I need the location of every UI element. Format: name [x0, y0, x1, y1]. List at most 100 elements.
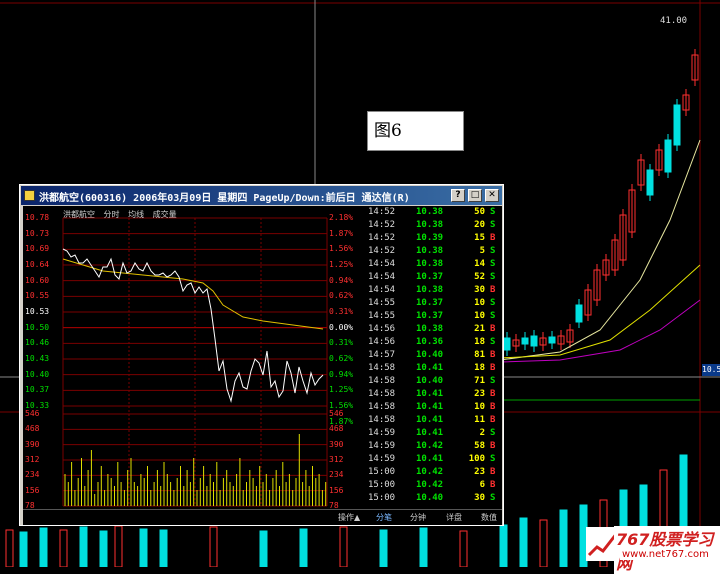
tab-2[interactable]: 分钟	[410, 512, 426, 523]
trade-time: 14:54	[368, 272, 396, 282]
trade-side: S	[490, 493, 496, 503]
price-axis-label: 10.50	[25, 322, 50, 332]
trade-row: 15:00 10.42 23 B	[366, 467, 502, 480]
app-icon	[24, 190, 35, 201]
bg-volume-bar	[159, 529, 168, 567]
trade-price: 10.37	[416, 311, 444, 321]
volume-axis-label: 156	[25, 485, 40, 495]
tab-4[interactable]: 数值	[481, 512, 497, 523]
trade-time: 14:58	[368, 376, 396, 386]
bg-volume-bar	[499, 524, 508, 567]
intraday-window[interactable]: 洪都航空(600316) 2006年03月09日 星期四 PageUp/Down…	[19, 184, 504, 526]
trade-time: 14:56	[368, 324, 396, 334]
bg-volume-bar	[209, 526, 218, 567]
trade-volume: 10	[474, 311, 485, 321]
header-item-fenshi[interactable]: 分时	[104, 210, 120, 219]
trade-price: 10.42	[416, 441, 444, 451]
bg-volume-bar	[559, 509, 568, 567]
figure-label-box: 图6	[367, 111, 464, 151]
trade-side: S	[490, 428, 496, 438]
trade-side: S	[490, 376, 496, 386]
trade-side: B	[490, 389, 496, 399]
bg-volume-bar	[139, 528, 148, 567]
trade-side: S	[490, 259, 496, 269]
pct-axis-label: 1.25%	[329, 385, 354, 395]
bg-ma-line	[499, 299, 701, 363]
pct-axis-label: 2.18%	[329, 213, 354, 222]
trade-price: 10.41	[416, 389, 444, 399]
trade-time: 14:57	[368, 350, 396, 360]
header-item-junxian[interactable]: 均线	[128, 210, 144, 219]
trade-time: 14:54	[368, 259, 396, 269]
right-value-tag: 10.5	[702, 364, 720, 376]
pct-axis-label: 0.62%	[329, 354, 354, 363]
trade-side: B	[490, 350, 496, 360]
trade-price: 10.38	[416, 246, 444, 256]
trade-time: 14:55	[368, 311, 396, 321]
bg-volume-bar	[299, 528, 308, 567]
trade-volume: 5	[479, 246, 485, 256]
trade-price: 10.41	[416, 428, 444, 438]
trade-time: 15:00	[368, 467, 396, 477]
trade-row: 14:54 10.37 52 S	[366, 272, 502, 285]
trade-side: S	[490, 207, 496, 217]
trade-volume: 11	[474, 415, 485, 425]
trade-side: B	[490, 285, 496, 295]
volume-axis-label-right: 234	[329, 470, 344, 480]
pct-axis-label: 0.31%	[329, 307, 354, 316]
maximize-button[interactable]: □	[468, 189, 482, 202]
tab-1[interactable]: 分笔	[376, 512, 392, 523]
trade-time: 15:00	[368, 493, 396, 503]
trade-price: 10.41	[416, 454, 444, 464]
trade-time: 14:58	[368, 402, 396, 412]
trade-volume: 21	[474, 324, 485, 334]
bg-volume-bar	[519, 517, 528, 567]
trade-volume: 10	[474, 402, 485, 412]
trade-side: B	[490, 480, 496, 490]
bg-volume-bar	[339, 526, 348, 567]
trade-price: 10.40	[416, 350, 444, 360]
price-axis-label: 10.46	[25, 338, 50, 348]
bg-volume-bar	[259, 530, 268, 567]
bg-volume-bar	[379, 529, 388, 567]
header-item-volume[interactable]: 成交量	[153, 210, 177, 219]
bg-candle	[575, 304, 583, 323]
trade-price: 10.41	[416, 415, 444, 425]
trade-time: 15:00	[368, 480, 396, 490]
trade-price: 10.36	[416, 337, 444, 347]
trade-row: 14:57 10.40 81 B	[366, 350, 502, 363]
trade-volume: 30	[474, 493, 485, 503]
bg-volume-bar	[5, 529, 14, 567]
bg-volume-bar	[419, 527, 428, 567]
pct-axis-label: 1.87%	[329, 228, 354, 238]
price-axis-label: 10.37	[25, 385, 50, 395]
bg-volume-bar	[459, 530, 468, 567]
stock-name-label: 洪都航空	[63, 210, 95, 219]
trade-row: 15:00 10.42 6 B	[366, 480, 502, 493]
volume-axis-label-right: 156	[329, 485, 344, 495]
watermark: 767股票学习网 www.net767.com	[584, 522, 720, 574]
pct-axis-label: 0.00%	[329, 322, 354, 332]
trade-side: S	[490, 298, 496, 308]
help-button[interactable]: ?	[451, 189, 465, 202]
trade-time: 14:59	[368, 441, 396, 451]
trade-row: 14:54 10.38 14 S	[366, 259, 502, 272]
trade-row: 15:00 10.40 30 S	[366, 493, 502, 506]
trade-row: 14:59 10.42 58 B	[366, 441, 502, 454]
trade-volume: 15	[474, 233, 485, 243]
volume-axis-label-right: 546	[329, 409, 344, 418]
window-titlebar[interactable]: 洪都航空(600316) 2006年03月09日 星期四 PageUp/Down…	[21, 186, 502, 205]
trade-volume: 52	[474, 272, 485, 282]
tab-0[interactable]: 操作▲	[338, 512, 360, 523]
tab-3[interactable]: 详盘	[446, 512, 462, 523]
trade-row: 14:56 10.38 21 B	[366, 324, 502, 337]
trade-row: 14:52 10.38 20 S	[366, 220, 502, 233]
trade-side: S	[490, 220, 496, 230]
trade-side: B	[490, 441, 496, 451]
chart-header: 洪都航空 分时 均线 成交量	[63, 209, 183, 220]
window-content: 洪都航空 分时 均线 成交量 10.78 10.73 10.69 10.64 10.60…	[23, 206, 502, 525]
trade-time: 14:52	[368, 246, 396, 256]
close-button[interactable]: ✕	[485, 189, 499, 202]
trade-price: 10.40	[416, 493, 444, 503]
trade-side: B	[490, 324, 496, 334]
